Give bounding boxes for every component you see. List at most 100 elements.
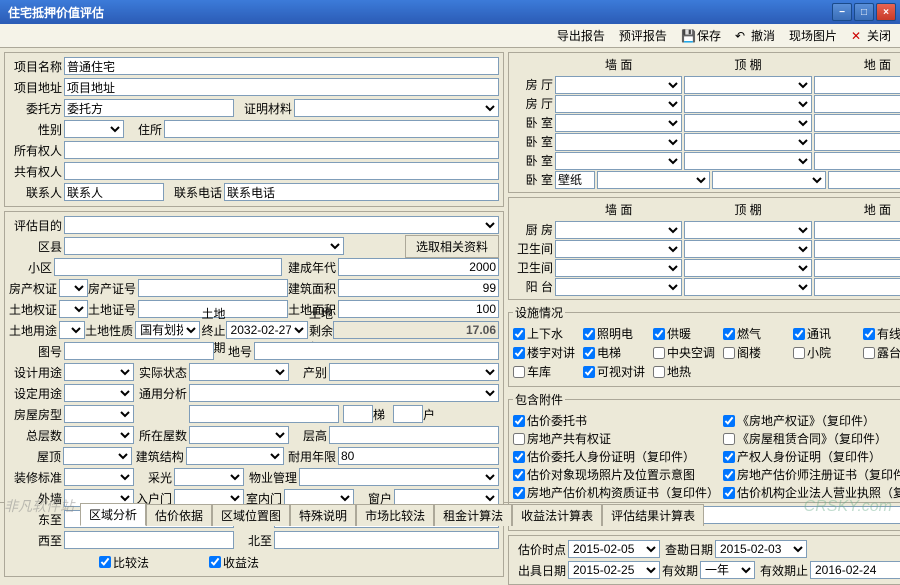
photo-button[interactable]: 现场图片 (786, 26, 840, 45)
tab-4[interactable]: 市场比较法 (356, 504, 434, 526)
parcel-input[interactable] (254, 342, 499, 360)
struct-select[interactable] (186, 447, 284, 465)
expire-select[interactable]: 2016-02-24 (810, 561, 900, 579)
coowner-input[interactable] (64, 162, 499, 180)
project-name-input[interactable] (64, 57, 499, 75)
tab-5[interactable]: 租金计算法 (434, 504, 512, 526)
houseno-input[interactable] (138, 279, 288, 297)
close-button[interactable]: ✕关闭 (848, 26, 894, 45)
room-ceil-select[interactable] (684, 221, 811, 239)
housetype-select[interactable] (64, 405, 134, 423)
room-wall-select[interactable] (555, 152, 682, 170)
room-floor-select[interactable] (814, 133, 900, 151)
facility-ac-checkbox[interactable]: 中央空调 (653, 344, 715, 361)
purpose-select[interactable] (64, 216, 499, 234)
minimize-button[interactable]: − (832, 3, 852, 21)
attach-4-checkbox[interactable]: 估价委托人身份证明（复印件） (513, 448, 719, 465)
select-data-button[interactable]: 选取相关资料 (405, 235, 499, 258)
landcert-select[interactable] (59, 300, 88, 318)
district-select[interactable] (64, 237, 344, 255)
room-wall-select[interactable] (555, 95, 682, 113)
tab-7[interactable]: 评估结果计算表 (602, 504, 704, 526)
facility-attic-checkbox[interactable]: 阁楼 (723, 344, 785, 361)
housetype-input[interactable] (189, 405, 339, 423)
setuse-select[interactable] (64, 384, 134, 402)
attach-9-checkbox[interactable]: 估价机构企业法人营业执照（复印件） (723, 484, 900, 501)
room-extra-input[interactable] (555, 171, 595, 189)
facility-ctv-checkbox[interactable]: 有线电视 (863, 325, 900, 342)
room-floor-select[interactable] (814, 259, 900, 277)
room-ceil-select[interactable] (684, 240, 811, 258)
client-input[interactable] (64, 99, 234, 117)
facility-geoh-checkbox[interactable]: 地热 (653, 363, 715, 380)
undo-button[interactable]: ↶撤消 (732, 26, 778, 45)
buildyear-input[interactable] (338, 258, 499, 276)
project-addr-input[interactable] (64, 78, 499, 96)
tab-1[interactable]: 估价依据 (146, 504, 212, 526)
facility-garage-checkbox[interactable]: 车库 (513, 363, 575, 380)
room-wall-select[interactable] (555, 76, 682, 94)
tab-6[interactable]: 收益法计算表 (512, 504, 602, 526)
room-ceil-select[interactable] (684, 114, 811, 132)
cert-select[interactable] (294, 99, 499, 117)
housecert-select[interactable] (59, 279, 88, 297)
map-input[interactable] (64, 342, 214, 360)
save-button[interactable]: 💾保存 (678, 26, 724, 45)
surveydate-select[interactable]: 2015-02-03 (715, 540, 807, 558)
room-floor-select[interactable] (814, 221, 900, 239)
manage-select[interactable] (299, 468, 499, 486)
room-wall-select[interactable] (555, 278, 682, 296)
room-floor-select[interactable] (814, 76, 900, 94)
tab-0[interactable]: 区域分析 (80, 503, 146, 526)
storey-input[interactable] (329, 426, 499, 444)
room-ceil-select[interactable] (684, 259, 811, 277)
maximize-button[interactable]: □ (854, 3, 874, 21)
facility-heat-checkbox[interactable]: 供暖 (653, 325, 715, 342)
landend-select[interactable]: 2032-02-27 (226, 321, 308, 339)
landarea-input[interactable] (338, 300, 499, 318)
room-wall-select[interactable] (555, 259, 682, 277)
community-input[interactable] (54, 258, 282, 276)
room-wall-select[interactable] (597, 171, 710, 189)
facility-elec-checkbox[interactable]: 照明电 (583, 325, 645, 342)
tab-3[interactable]: 特殊说明 (290, 504, 356, 526)
room-floor-select[interactable] (814, 240, 900, 258)
facility-water-checkbox[interactable]: 上下水 (513, 325, 575, 342)
phone-input[interactable] (224, 183, 499, 201)
decor-select[interactable] (64, 468, 134, 486)
attach-3-checkbox[interactable]: 《房屋租赁合同》（复印件） (723, 430, 900, 447)
evaldate-select[interactable]: 2015-02-05 (568, 540, 660, 558)
attach-7-checkbox[interactable]: 房地产估价师注册证书（复印件） (723, 466, 900, 483)
room-floor-select[interactable] (814, 278, 900, 296)
roof-select[interactable] (63, 447, 132, 465)
facility-gas-checkbox[interactable]: 燃气 (723, 325, 785, 342)
attach-2-checkbox[interactable]: 房地产共有权证 (513, 430, 719, 447)
issuedate-select[interactable]: 2015-02-25 (568, 561, 660, 579)
compare-method-checkbox[interactable]: 比较法 (99, 554, 149, 571)
room-floor-select[interactable] (814, 95, 900, 113)
facility-terr-checkbox[interactable]: 露台 (863, 344, 900, 361)
room-wall-select[interactable] (555, 240, 682, 258)
attach-5-checkbox[interactable]: 产权人身份证明（复印件） (723, 448, 900, 465)
export-report-button[interactable]: 导出报告 (554, 26, 608, 45)
life-input[interactable] (338, 447, 499, 465)
room-ceil-select[interactable] (684, 95, 811, 113)
unit-input[interactable] (343, 405, 373, 423)
attach-0-checkbox[interactable]: 估价委托书 (513, 412, 719, 429)
room-wall-select[interactable] (555, 221, 682, 239)
attach-1-checkbox[interactable]: 《房地产权证》（复印件） (723, 412, 900, 429)
design-select[interactable] (64, 363, 134, 381)
actual-select[interactable] (189, 363, 289, 381)
sex-select[interactable] (64, 120, 124, 138)
industry-select[interactable] (329, 363, 499, 381)
room-floor-select[interactable] (814, 114, 900, 132)
atfloor-select[interactable] (189, 426, 289, 444)
room-ceil-select[interactable] (684, 278, 811, 296)
room-wall-select[interactable] (555, 133, 682, 151)
room-ceil-select[interactable] (684, 133, 811, 151)
contact-input[interactable] (64, 183, 164, 201)
room-ceil-select[interactable] (712, 171, 825, 189)
tab-2[interactable]: 区域位置图 (212, 504, 290, 526)
facility-vinter-checkbox[interactable]: 可视对讲 (583, 363, 645, 380)
totalfloor-select[interactable] (64, 426, 134, 444)
